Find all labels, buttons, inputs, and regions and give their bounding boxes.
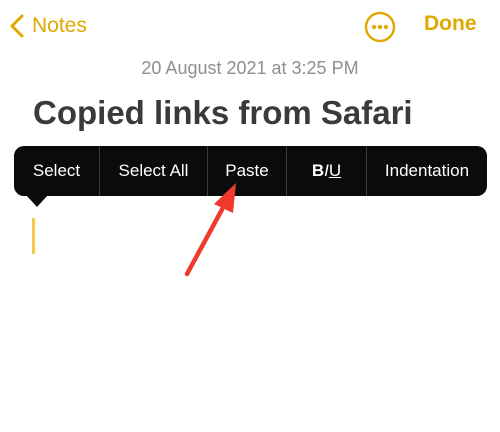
menu-select-all-button[interactable]: Select All bbox=[100, 146, 207, 196]
menu-pointer-tail bbox=[26, 195, 48, 207]
note-date: 20 August 2021 at 3:25 PM bbox=[141, 58, 359, 78]
text-cursor bbox=[32, 218, 35, 254]
back-button-label: Notes bbox=[32, 14, 87, 37]
chevron-left-icon bbox=[10, 14, 24, 38]
back-button[interactable]: Notes bbox=[10, 10, 87, 42]
bold-format-label: B bbox=[311, 161, 325, 180]
menu-indentation-button[interactable]: Indentation bbox=[367, 146, 487, 196]
underline-format-label: U bbox=[328, 161, 342, 180]
done-button[interactable]: Done bbox=[424, 12, 477, 36]
edit-context-menu: Select Select All Paste B I U Indentatio… bbox=[14, 146, 487, 196]
ellipsis-circle-icon bbox=[364, 11, 396, 43]
more-options-button[interactable] bbox=[364, 11, 396, 43]
menu-select-button[interactable]: Select bbox=[14, 146, 99, 196]
note-title[interactable]: Copied links from Safari bbox=[33, 94, 413, 132]
menu-format-button[interactable]: B I U bbox=[287, 146, 366, 196]
menu-paste-button[interactable]: Paste bbox=[208, 146, 286, 196]
